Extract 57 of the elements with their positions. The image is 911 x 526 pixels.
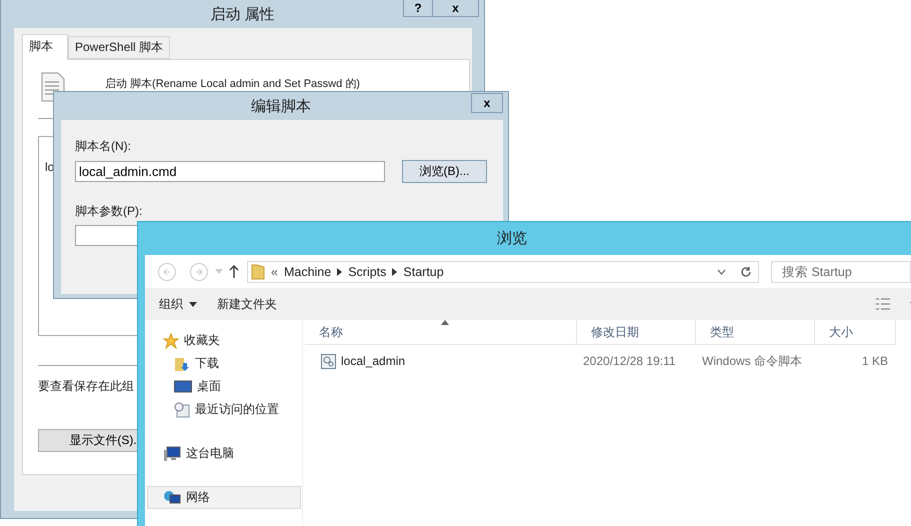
nav-label: 网络: [186, 489, 210, 506]
nav-label: 这台电脑: [186, 445, 234, 462]
view-options-icon[interactable]: [876, 298, 890, 310]
address-bar[interactable]: « Machine Scripts Startup: [247, 260, 759, 282]
modified-date: 2020/12/28 19:11: [582, 354, 677, 368]
nav-item[interactable]: 下载: [147, 352, 301, 375]
column-header[interactable]: 名称: [305, 320, 577, 344]
file-name[interactable]: local_admin: [341, 354, 406, 368]
tab[interactable]: PowerShell 脚本: [68, 36, 170, 59]
nav-item[interactable]: 网络: [147, 486, 301, 509]
overflow-mark[interactable]: «: [271, 264, 278, 278]
folder-icon: [251, 263, 265, 280]
star-icon: [163, 332, 179, 348]
info-text: 要查看保存在此组: [38, 378, 134, 395]
breadcrumb-item[interactable]: Scripts: [348, 264, 386, 278]
toolbar-button[interactable]: 新建文件夹: [217, 296, 277, 312]
nav-item[interactable]: 桌面: [147, 375, 301, 398]
window-title: 启动 属性: [210, 4, 275, 24]
chevron-right-icon: [392, 268, 398, 276]
window-title: 浏览: [497, 229, 527, 248]
close-button[interactable]: x: [432, 0, 479, 17]
breadcrumb-item[interactable]: Startup: [403, 264, 444, 278]
nav-item[interactable]: 最近访问的位置: [147, 398, 301, 421]
column-header[interactable]: 类型: [696, 320, 815, 344]
breadcrumb-item[interactable]: Machine: [284, 264, 332, 278]
nav-label: 桌面: [197, 378, 221, 395]
toolbar-button[interactable]: 组织: [159, 296, 197, 312]
monitor-icon: [174, 380, 192, 394]
browse-button[interactable]: 浏览(B)...: [402, 160, 487, 183]
nav-label: 下载: [195, 355, 219, 372]
dialog-title: 编辑脚本: [251, 96, 311, 116]
search-field[interactable]: 搜索 Startup: [771, 260, 911, 282]
file-type: Windows 命令脚本: [701, 352, 804, 370]
folder-download-icon: [174, 356, 190, 372]
column-header[interactable]: 修改日期: [577, 320, 696, 344]
tab[interactable]: 脚本: [22, 34, 68, 60]
file-size: 1 KB: [860, 354, 889, 368]
computer-icon: [163, 446, 181, 462]
script-name-field[interactable]: local_admin.cmd: [75, 161, 385, 182]
caret-icon: [189, 302, 197, 306]
chevron-right-icon: [337, 268, 342, 276]
help-button[interactable]: ?: [403, 0, 433, 17]
recent-places-icon: [174, 402, 190, 418]
nav-label: 收藏夹: [184, 332, 220, 349]
close-button[interactable]: x: [471, 93, 503, 113]
network-icon: [163, 490, 181, 506]
nav-item[interactable]: 收藏夹: [147, 329, 301, 352]
script-params-label: 脚本参数(P):: [75, 203, 144, 220]
chevron-down-icon[interactable]: [717, 268, 726, 274]
script-heading: 启动 脚本(Rename Local admin and Set Passwd 的): [105, 76, 360, 91]
column-header[interactable]: 大小: [815, 320, 896, 344]
refresh-icon[interactable]: [740, 266, 752, 278]
sort-arrow-icon: [440, 320, 448, 325]
nav-label: 最近访问的位置: [195, 401, 279, 418]
script-name-label: 脚本名(N):: [75, 138, 132, 155]
script-file-icon: [321, 354, 336, 368]
up-arrow-icon[interactable]: [229, 265, 239, 278]
